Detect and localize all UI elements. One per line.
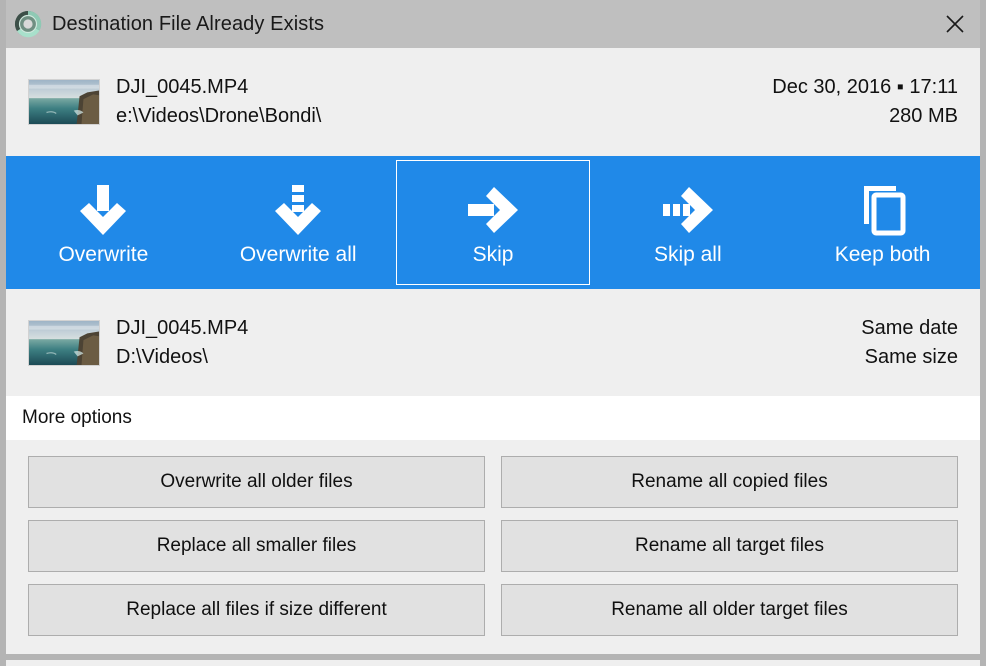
target-file-date: Same date (861, 316, 958, 339)
action-keep-both-label: Keep both (834, 242, 931, 266)
close-icon (946, 15, 964, 33)
arrow-down-dashed-icon (267, 179, 329, 241)
more-options-label: More options (22, 407, 132, 428)
option-replace-all-smaller-files[interactable]: Replace all smaller files (28, 520, 485, 572)
target-file-name: DJI_0045.MP4 (116, 316, 249, 339)
source-file-row: DJI_0045.MP4 e:\Videos\Drone\Bondi\ Dec … (6, 48, 980, 156)
action-skip-all-label: Skip all (653, 242, 722, 266)
source-thumbnail (28, 79, 100, 125)
window-title: Destination File Already Exists (52, 12, 325, 35)
action-overwrite-label: Overwrite (58, 242, 149, 266)
source-file-date: Dec 30, 2016 ▪ 17:11 (772, 76, 958, 98)
option-rename-all-target-files[interactable]: Rename all target files (501, 520, 958, 572)
action-skip[interactable]: Skip (395, 160, 591, 285)
target-file-size: Same size (864, 345, 958, 368)
source-file-name: DJI_0045.MP4 (116, 76, 249, 98)
titlebar: Destination File Already Exists (6, 0, 980, 48)
dialog-window: Destination File Already Exists DJI_0045… (0, 0, 986, 666)
action-skip-all[interactable]: Skip all (590, 160, 785, 285)
more-options-panel: Overwrite all older files Rename all cop… (6, 440, 980, 654)
action-overwrite-all-label: Overwrite all (239, 242, 357, 266)
option-replace-all-files-if-size-different[interactable]: Replace all files if size different (28, 584, 485, 636)
action-keep-both[interactable]: Keep both (785, 160, 980, 285)
arrow-down-icon (72, 179, 134, 241)
arrow-right-icon (462, 179, 524, 241)
action-overwrite-all[interactable]: Overwrite all (201, 160, 396, 285)
option-rename-all-copied-files[interactable]: Rename all copied files (501, 456, 958, 508)
target-file-meta: Same date Same size (861, 317, 958, 369)
app-disc-icon (14, 10, 42, 38)
target-file-row: DJI_0045.MP4 D:\Videos\ Same date Same s… (6, 289, 980, 396)
source-file-size: 280 MB (889, 105, 958, 127)
source-file-meta: Dec 30, 2016 ▪ 17:11 280 MB (772, 76, 958, 128)
option-rename-all-older-target-files[interactable]: Rename all older target files (501, 584, 958, 636)
window-bottom-border (6, 654, 980, 660)
arrow-right-dashed-icon (657, 179, 719, 241)
target-file-text: DJI_0045.MP4 D:\Videos\ (116, 317, 248, 369)
action-overwrite[interactable]: Overwrite (6, 160, 201, 285)
source-file-text: DJI_0045.MP4 e:\Videos\Drone\Bondi\ (116, 76, 321, 128)
action-bar: Overwrite Overwrite all Skip Skip all Ke… (6, 156, 980, 289)
target-thumbnail (28, 319, 100, 366)
option-overwrite-all-older-files[interactable]: Overwrite all older files (28, 456, 485, 508)
more-options-grid: Overwrite all older files Rename all cop… (28, 456, 958, 636)
copy-files-icon (852, 179, 914, 241)
source-file-path: e:\Videos\Drone\Bondi\ (116, 105, 322, 127)
target-file-path: D:\Videos\ (116, 345, 208, 368)
close-button[interactable] (924, 0, 980, 48)
more-options-header[interactable]: More options (6, 396, 980, 440)
action-skip-label: Skip (472, 242, 514, 266)
